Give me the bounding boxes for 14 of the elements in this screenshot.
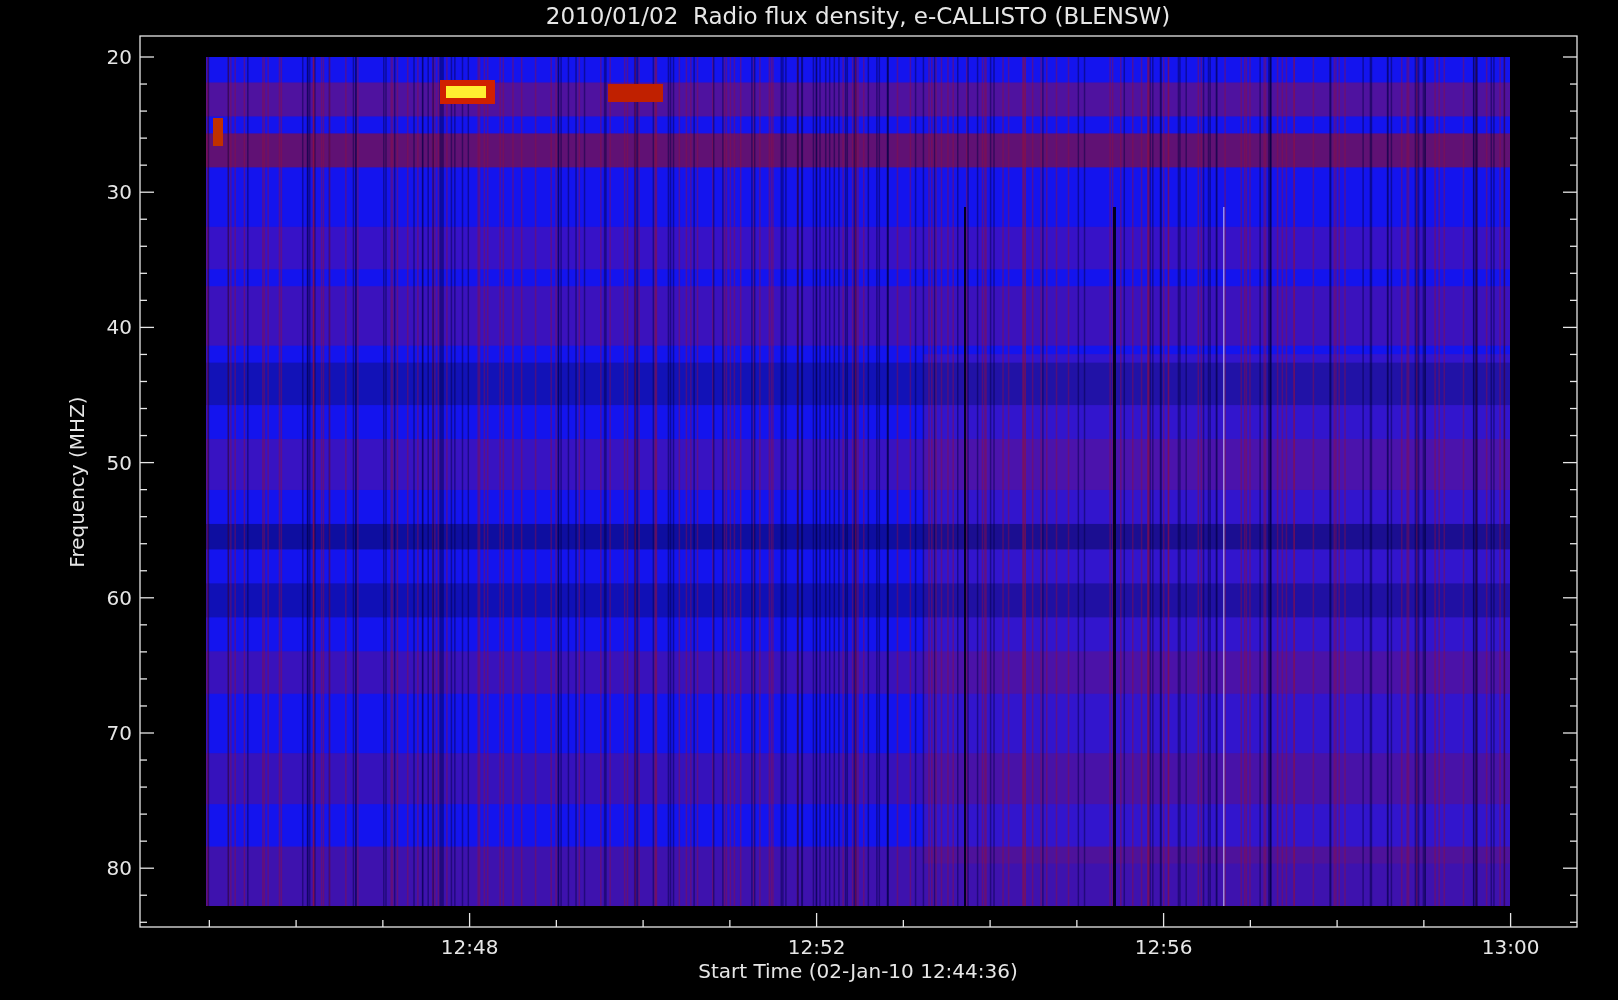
axis-tick-label: 12:52 bbox=[787, 935, 846, 959]
axis-tick-label: 20 bbox=[106, 45, 132, 69]
axis-tick-label: 50 bbox=[106, 450, 132, 475]
axis-tick-label: 13:00 bbox=[1481, 935, 1540, 959]
axis-label: Frequency (MHZ) bbox=[65, 396, 89, 568]
chart-title: 2010/01/02 Radio flux density, e-CALLISTO (BLENSW) bbox=[545, 3, 1171, 29]
axis-tick-label: 80 bbox=[106, 856, 132, 881]
axis-label: Start Time (02-Jan-10 12:44:36) bbox=[698, 959, 1018, 983]
axis-tick-label: 70 bbox=[106, 721, 132, 745]
axis-tick-label: 60 bbox=[106, 585, 132, 610]
axis-tick-label: 30 bbox=[106, 180, 132, 205]
axis-tick-label: 12:56 bbox=[1134, 935, 1193, 959]
axis-tick-label: 40 bbox=[106, 315, 132, 340]
axis-tick-label: 12:48 bbox=[440, 935, 499, 959]
